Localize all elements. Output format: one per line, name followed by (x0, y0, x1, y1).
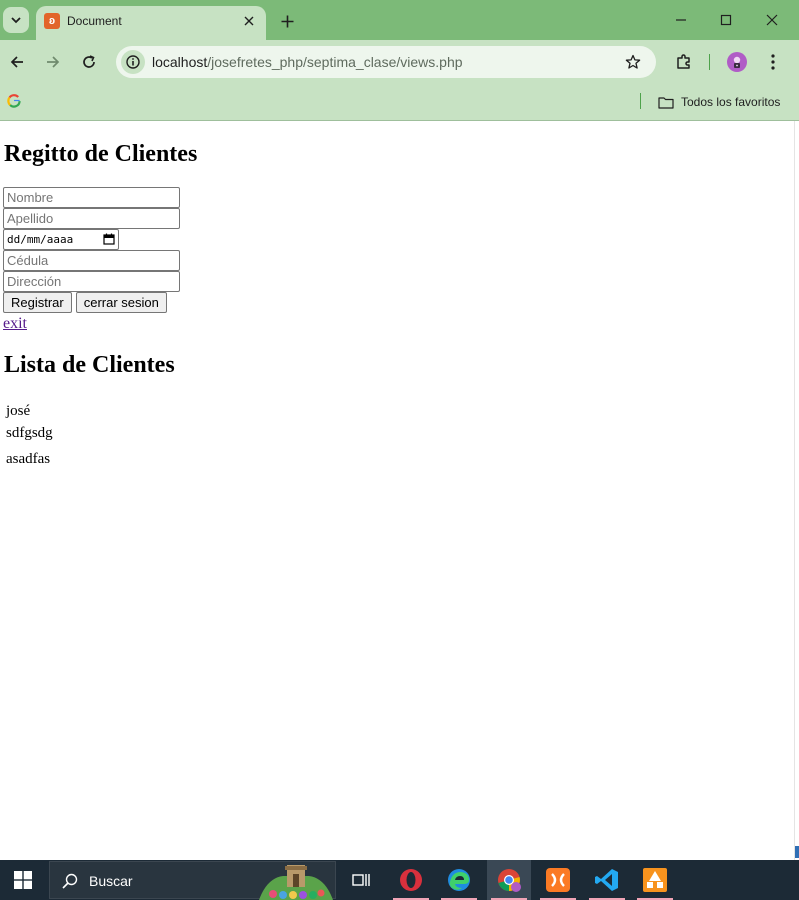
address-bar[interactable]: localhost/josefretes_php/septima_clase/v… (116, 46, 656, 78)
plus-icon (281, 15, 293, 27)
taskbar: Buscar (0, 860, 799, 900)
profile-avatar[interactable] (724, 49, 750, 75)
chevron-down-icon (11, 17, 21, 24)
nombre-input[interactable] (3, 187, 180, 208)
folder-icon (658, 96, 674, 109)
register-form: dd/mm/aaaa Registrar cerrar sesion (3, 187, 180, 313)
apellido-input[interactable] (3, 208, 180, 229)
search-highlight-illustration-icon (259, 865, 333, 900)
reload-button[interactable] (76, 49, 102, 75)
list-item: sdfgsdg (6, 425, 53, 441)
close-icon (244, 16, 254, 26)
bookmark-star-button[interactable] (624, 53, 642, 71)
forward-button[interactable] (40, 49, 66, 75)
arrow-left-icon (10, 56, 23, 68)
search-label: Buscar (89, 873, 133, 889)
calendar-icon[interactable] (103, 233, 115, 245)
form-buttons: Registrar cerrar sesion (3, 292, 180, 313)
vscode-icon (595, 869, 618, 891)
reload-icon (83, 55, 95, 68)
menu-button[interactable] (760, 49, 786, 75)
url-path: /josefretes_php/septima_clase/views.php (207, 54, 463, 70)
date-placeholder: dd/mm/aaaa (7, 233, 74, 246)
arrow-right-icon (47, 56, 60, 68)
taskbar-search[interactable]: Buscar (49, 861, 336, 900)
more-vert-icon (771, 54, 775, 70)
browser-tab-bar: ʚ Document (0, 0, 799, 40)
registrar-button[interactable]: Registrar (3, 292, 72, 313)
info-icon (126, 55, 140, 69)
browser-toolbar: localhost/josefretes_php/septima_clase/v… (0, 40, 799, 84)
toolbar-divider (709, 54, 710, 70)
tab-search-button[interactable] (3, 7, 29, 33)
minimize-icon (676, 19, 686, 21)
avatar-icon (727, 52, 747, 72)
edge-icon (448, 869, 470, 891)
xampp-icon (546, 868, 570, 892)
task-view-button[interactable] (339, 860, 383, 900)
all-bookmarks-folder[interactable]: Todos los favoritos (658, 93, 780, 111)
browser-tab[interactable]: ʚ Document (36, 6, 266, 40)
bookmarks-divider (640, 93, 641, 109)
puzzle-icon (677, 54, 690, 69)
url-host: localhost (152, 54, 208, 70)
opera-icon (400, 869, 422, 891)
bookmark-folder-label: Todos los favoritos (681, 95, 781, 109)
tab-close-button[interactable] (240, 12, 258, 30)
page-scrollbar[interactable] (794, 121, 799, 860)
back-button[interactable] (4, 49, 30, 75)
google-icon[interactable] (7, 94, 21, 108)
register-title: Regitto de Clientes (4, 141, 198, 167)
tab-title: Document (67, 14, 122, 28)
maximize-icon (720, 14, 732, 26)
close-window-button[interactable] (750, 6, 794, 34)
taskbar-chrome[interactable] (487, 860, 531, 900)
url-text: localhost/josefretes_php/septima_clase/v… (152, 54, 463, 70)
scrollbar-marker (795, 846, 799, 858)
client-list: josé sdfgsdg asadfas (6, 403, 53, 473)
app-shapes-icon (643, 868, 667, 892)
minimize-button[interactable] (659, 6, 703, 34)
list-title: Lista de Clientes (4, 352, 175, 378)
cerrar-sesion-button[interactable]: cerrar sesion (75, 292, 167, 313)
taskbar-sublime-app[interactable] (633, 860, 677, 900)
list-item: asadfas (6, 451, 51, 467)
taskbar-edge[interactable] (437, 860, 481, 900)
cedula-input[interactable] (3, 250, 180, 271)
close-window-icon (766, 14, 778, 26)
bookmarks-bar: Todos los favoritos (0, 84, 799, 121)
extensions-button[interactable] (671, 49, 697, 75)
taskbar-opera[interactable] (389, 860, 433, 900)
taskbar-vscode[interactable] (585, 860, 629, 900)
fecha-date-input[interactable]: dd/mm/aaaa (3, 229, 119, 250)
exit-link[interactable]: exit (3, 315, 27, 333)
direccion-input[interactable] (3, 271, 180, 292)
taskbar-xampp[interactable] (536, 860, 580, 900)
task-view-icon (352, 874, 370, 886)
maximize-button[interactable] (704, 6, 748, 34)
search-icon (62, 873, 78, 889)
page-content: Regitto de Clientes dd/mm/aaaa Registrar… (0, 121, 795, 860)
star-icon (625, 54, 641, 69)
windows-start-icon[interactable] (14, 871, 32, 889)
site-info-button[interactable] (121, 50, 145, 74)
chrome-icon (498, 869, 521, 892)
new-tab-button[interactable] (276, 10, 298, 32)
list-item: josé (6, 403, 31, 419)
xampp-favicon-icon: ʚ (44, 13, 60, 29)
